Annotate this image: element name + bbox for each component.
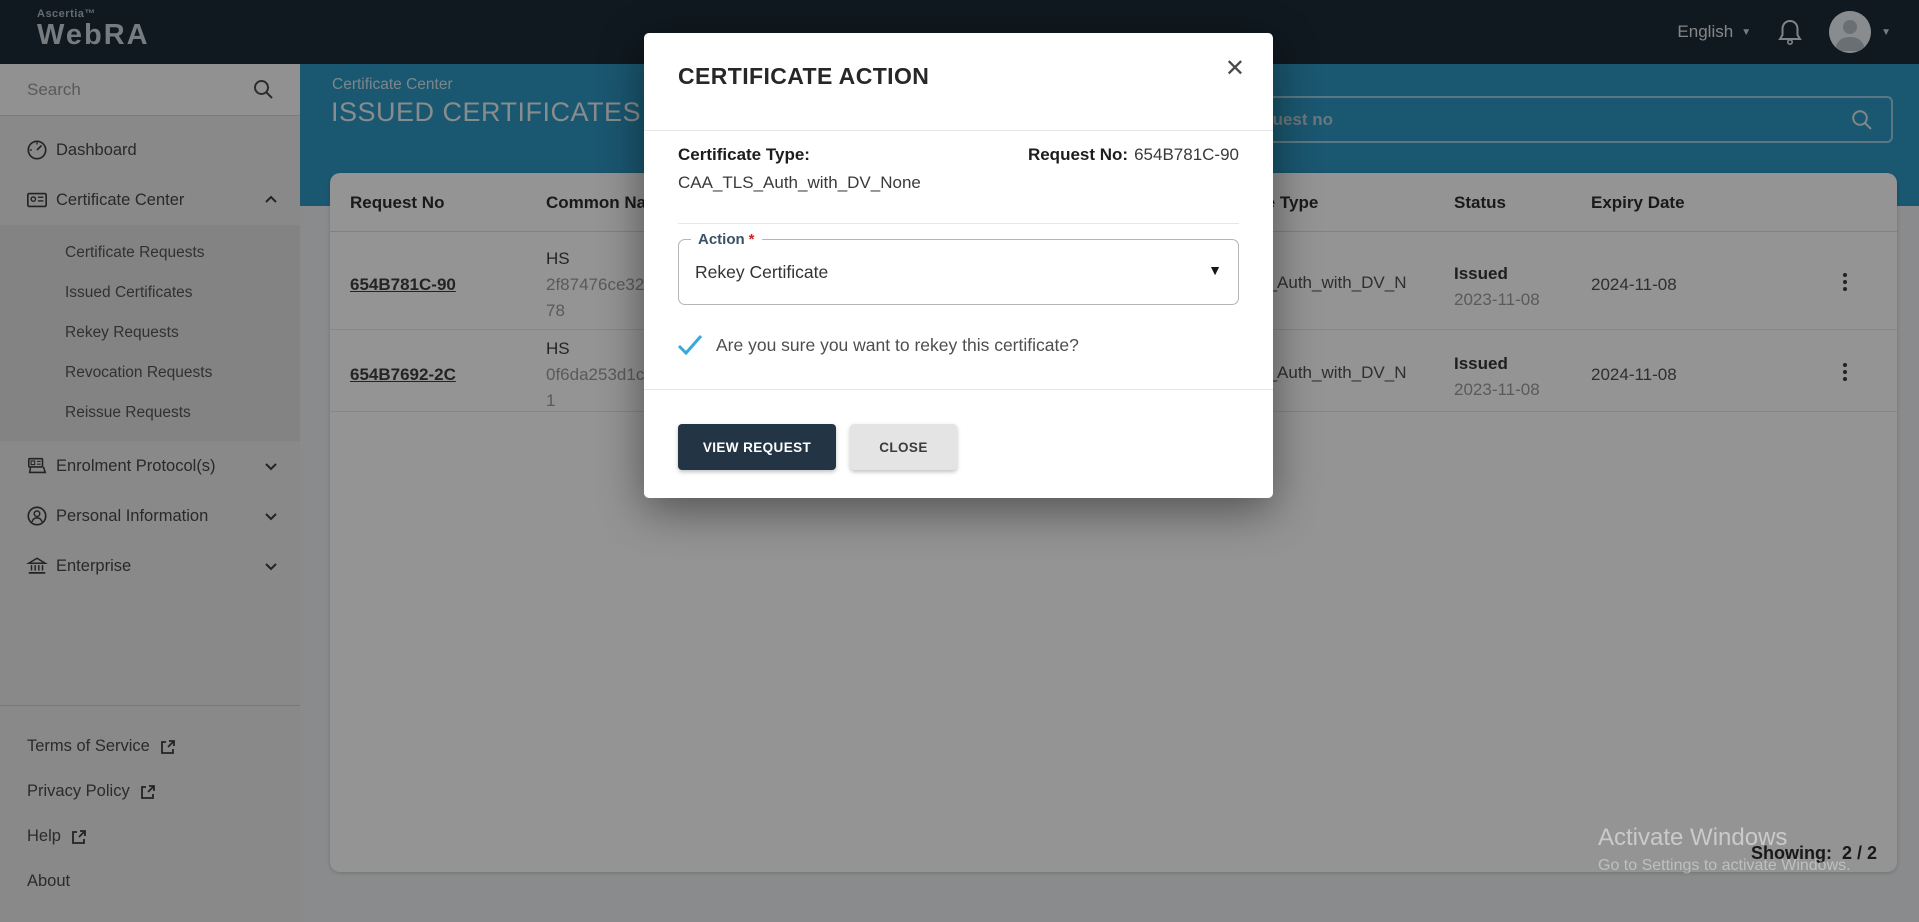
check-icon [676,333,704,357]
request-no-value: 654B781C-90 [1134,145,1239,164]
webra-app: Ascertia™ WebRA English ▼ [0,0,1919,922]
dialog-divider [644,130,1273,131]
dialog-title: CERTIFICATE ACTION [678,63,929,90]
view-request-button[interactable]: VIEW REQUEST [678,424,836,470]
dialog-divider [644,389,1273,390]
confirm-checkbox[interactable]: Are you sure you want to rekey this cert… [676,333,1079,357]
request-no-field: Request No: 654B781C-90 [1028,145,1239,165]
certificate-type-label: Certificate Type: [678,145,810,165]
action-select[interactable]: Action* Rekey Certificate ▼ [678,239,1239,305]
certificate-action-dialog: CERTIFICATE ACTION ✕ Certificate Type: C… [644,33,1273,498]
action-selected-value: Rekey Certificate [695,240,828,304]
request-no-label: Request No: [1028,145,1128,164]
close-button[interactable]: CLOSE [850,424,957,470]
dialog-divider [678,223,1239,224]
close-icon[interactable]: ✕ [1225,57,1245,81]
certificate-type-value: CAA_TLS_Auth_with_DV_None [678,173,921,193]
confirm-text: Are you sure you want to rekey this cert… [716,335,1079,356]
dropdown-arrow-icon: ▼ [1208,262,1222,278]
